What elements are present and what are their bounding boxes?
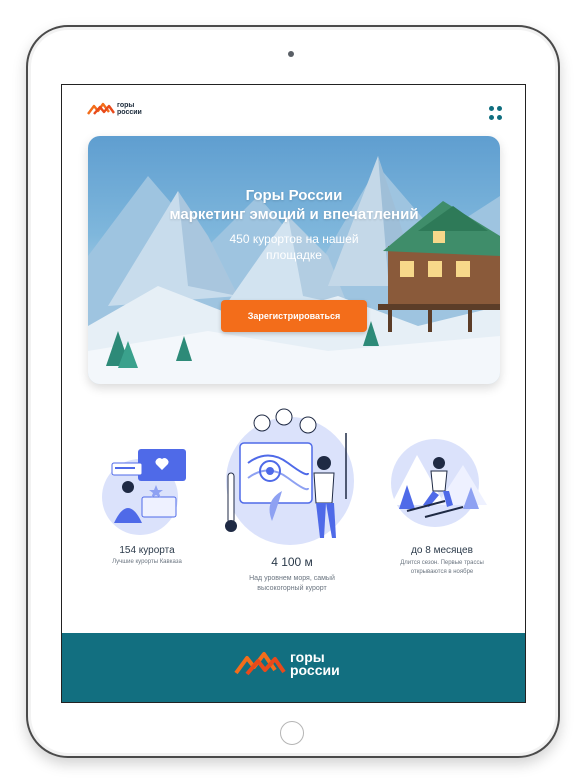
feature-description: Длится сезон. Первые трассы открываются …: [377, 559, 507, 577]
hero-subtitle-line-2: площадке: [266, 248, 322, 262]
feature-description: Над уровнем моря, самый высокогорный кур…: [212, 574, 372, 594]
feature-season: до 8 месяцев Длится сезон. Первые трассы…: [377, 425, 507, 575]
hero-title-line-2: маркетинг эмоций и впечатлений: [169, 206, 419, 223]
feature-value: 4 100 м: [271, 555, 313, 569]
menu-dot: [489, 106, 494, 111]
home-button[interactable]: [280, 721, 304, 745]
hero-subtitle: 450 курортов на нашей площадке: [88, 231, 500, 263]
hero-title-line-1: Горы России: [245, 187, 343, 204]
social-media-illustration: [102, 449, 186, 535]
logo-mark-icon: [87, 102, 115, 115]
menu-dot: [497, 114, 502, 120]
logo-line-2: россии: [290, 662, 340, 678]
hero-title: Горы России маркетинг эмоций и впечатлен…: [88, 186, 500, 224]
feature-description-line-1: Над уровнем моря, самый: [249, 575, 335, 582]
brand-logo[interactable]: горы россии: [87, 102, 142, 116]
logo-line-2: россии: [117, 109, 142, 116]
logo-line-1: горы: [117, 102, 135, 109]
hero-banner: Горы России маркетинг эмоций и впечатлен…: [88, 136, 500, 384]
header: горы россии: [62, 85, 525, 133]
logo-text: горы россии: [117, 102, 142, 116]
footer: горы россии: [62, 633, 525, 702]
camera-dot: [288, 51, 294, 57]
screen: горы россии Горы России маркетинг эмоций…: [61, 84, 526, 703]
footer-logo[interactable]: горы россии: [234, 650, 340, 678]
feature-description-line-2: высокогорный курорт: [257, 585, 327, 592]
hero-subtitle-line-1: 450 курортов на нашей: [229, 232, 359, 246]
register-button[interactable]: Зарегистрироваться: [221, 300, 367, 332]
feature-value: до 8 месяцев: [411, 545, 473, 556]
logo-text: горы россии: [290, 650, 340, 678]
feature-description: Лучшие курорты Кавказа: [112, 559, 182, 565]
skier-illustration: [391, 439, 487, 527]
menu-dot: [489, 114, 494, 120]
feature-value: 154 курорта: [119, 545, 175, 556]
feature-description-line-1: Длится сезон. Первые трассы: [400, 560, 484, 566]
menu-dot: [497, 106, 502, 111]
logo-mark-icon: [234, 652, 286, 676]
feature-altitude: 4 100 м Над уровнем моря, самый высокого…: [212, 403, 372, 592]
feature-description-line-2: открываются в ноябре: [410, 569, 474, 575]
weather-map-illustration: [225, 408, 354, 545]
menu-icon[interactable]: [489, 106, 503, 120]
feature-resorts: 154 курорта Лучшие курорты Кавказа: [82, 435, 212, 565]
